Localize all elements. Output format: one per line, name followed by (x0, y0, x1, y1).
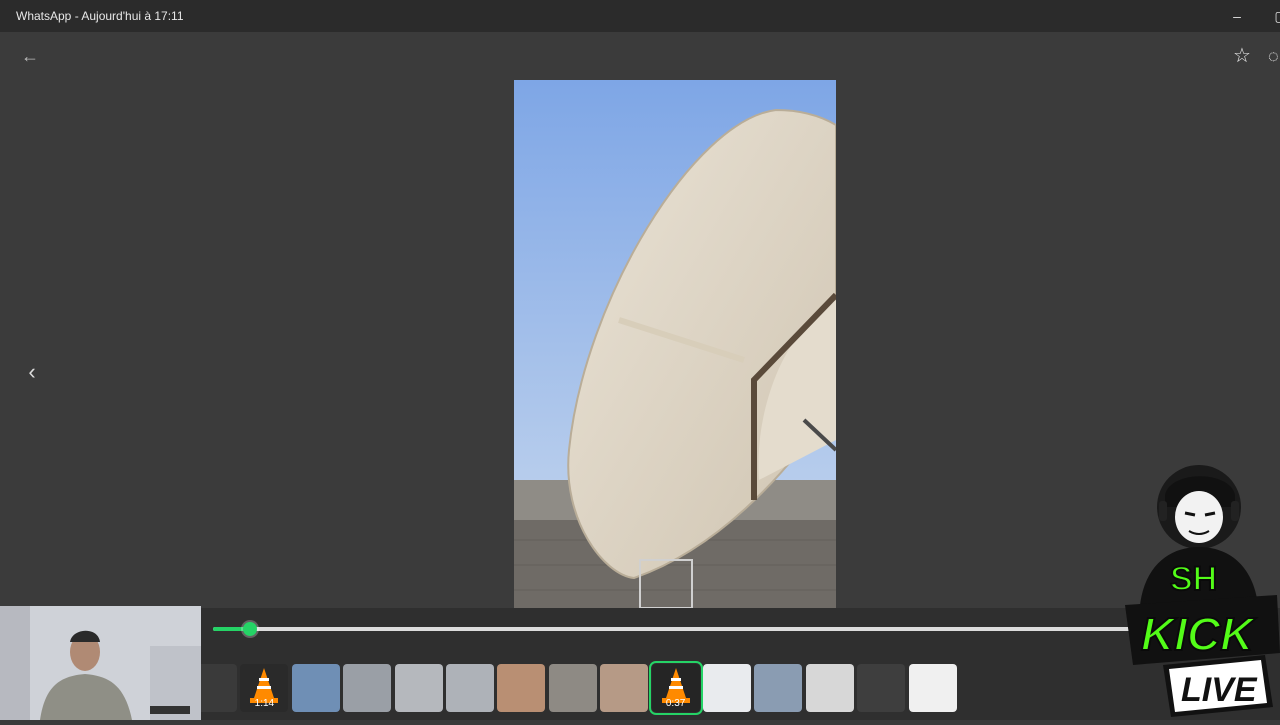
thumbnail-duration: 0:37 (665, 698, 686, 709)
thumbnail-10[interactable]: 0:37 (648, 661, 703, 715)
overlay-line3: LIVE (1181, 671, 1258, 709)
star-icon[interactable]: ☆ (1230, 44, 1254, 68)
seek-track[interactable] (213, 627, 1133, 631)
thumbnail-6[interactable] (446, 664, 494, 712)
overlay-line2: KICK (1141, 608, 1256, 660)
media-frame[interactable] (514, 80, 836, 608)
thumbnail-4[interactable] (343, 664, 392, 712)
arrow-left-icon[interactable]: ← (18, 44, 42, 68)
minimize-icon[interactable]: – (1226, 6, 1248, 26)
thumbnail-3[interactable] (291, 664, 340, 712)
kick-logo: SH KICK LIVE (1125, 465, 1280, 717)
thumbnail-13[interactable] (805, 664, 854, 712)
chevron-left-icon[interactable]: ‹ (20, 358, 44, 386)
stream-brand-overlay: SH KICK LIVE (1125, 455, 1280, 720)
maximize-icon[interactable]: ▢ (1270, 6, 1280, 26)
thumbnail-2[interactable]: 1:14 (240, 664, 289, 712)
satellite-dish-image (514, 80, 836, 608)
thumbnail-12[interactable] (754, 664, 803, 712)
overlay-line1: SH (1170, 560, 1217, 598)
window-title: WhatsApp - Aujourd'hui à 17:11 (16, 9, 184, 23)
more-icon[interactable]: ◌ (1268, 44, 1280, 68)
title-bar: WhatsApp - Aujourd'hui à 17:11 – ▢ (0, 0, 1280, 32)
thumbnail-duration: 1:14 (254, 698, 275, 709)
thumbnail-14[interactable] (857, 664, 906, 712)
webcam-overlay (0, 606, 201, 720)
thumbnail-9[interactable] (600, 664, 649, 712)
person-image (0, 606, 201, 720)
thumbnail-7[interactable] (497, 664, 546, 712)
thumbnail-11[interactable] (703, 664, 751, 712)
seek-handle[interactable] (243, 622, 257, 636)
thumbnail-15[interactable] (908, 664, 957, 712)
thumbnail-5[interactable] (394, 664, 443, 712)
thumbnail-8[interactable] (548, 664, 597, 712)
